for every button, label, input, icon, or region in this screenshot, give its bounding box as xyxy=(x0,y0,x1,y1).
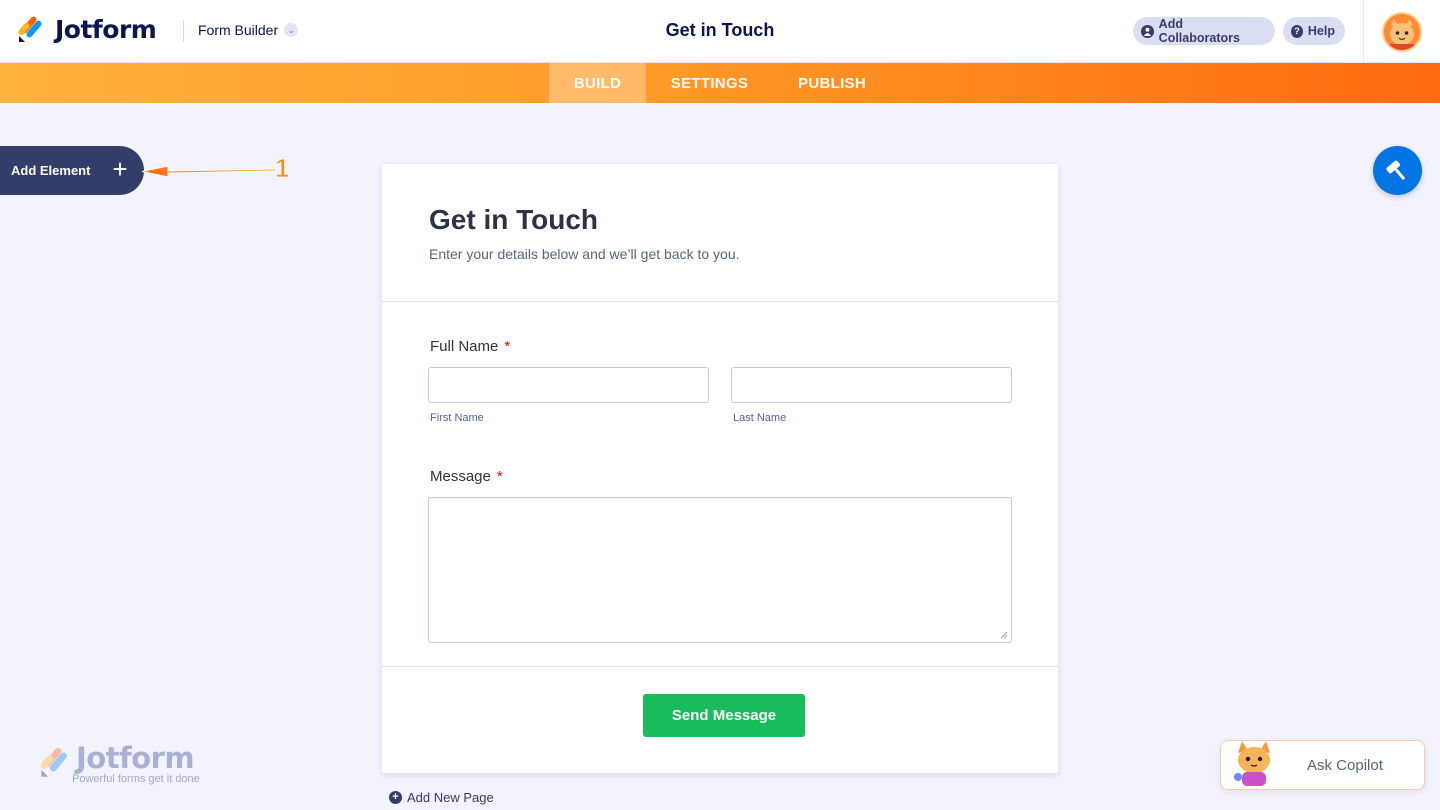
annotation-number: 1 xyxy=(275,156,289,183)
resize-handle-icon[interactable] xyxy=(1000,631,1008,639)
help-label: Help xyxy=(1307,24,1335,38)
plus-circle-icon: + xyxy=(389,791,402,804)
add-new-page-label: Add New Page xyxy=(407,790,494,805)
cat-avatar-icon xyxy=(1384,14,1420,50)
add-new-page-button[interactable]: + Add New Page xyxy=(389,790,494,805)
header-divider xyxy=(183,20,184,42)
brand-name: Jotform xyxy=(55,14,157,44)
form-designer-button[interactable] xyxy=(1373,146,1422,195)
user-icon xyxy=(1141,24,1154,38)
first-name-input[interactable] xyxy=(428,367,709,403)
tab-publish[interactable]: PUBLISH xyxy=(785,63,879,103)
ask-copilot-button[interactable]: Ask Copilot xyxy=(1220,740,1425,790)
paint-roller-icon xyxy=(1386,160,1405,180)
send-message-button[interactable]: Send Message xyxy=(643,694,805,737)
message-label-text: Message xyxy=(430,468,491,485)
last-name-sublabel: Last Name xyxy=(733,412,787,424)
divider xyxy=(382,666,1058,667)
tab-settings[interactable]: SETTINGS xyxy=(656,63,763,103)
add-collaborators-label: Add Collaborators xyxy=(1158,17,1240,45)
watermark-brand: Jotform xyxy=(76,741,195,775)
add-collaborators-button[interactable]: Add Collaborators xyxy=(1133,17,1275,45)
form-heading[interactable]: Get in Touch xyxy=(429,204,598,236)
top-header: Jotform Form Builder ⌄ Get in Touch Add … xyxy=(0,0,1440,63)
jotform-logo[interactable]: Jotform xyxy=(17,14,157,44)
form-subheading[interactable]: Enter your details below and we’ll get b… xyxy=(429,246,740,262)
form-builder-label: Form Builder xyxy=(198,22,279,38)
ask-copilot-label: Ask Copilot xyxy=(1307,757,1383,774)
message-textarea[interactable] xyxy=(428,497,1012,643)
add-element-label: Add Element xyxy=(11,163,91,178)
jotform-watermark: Jotform Powerful forms get it done xyxy=(38,741,200,785)
help-button[interactable]: ? Help xyxy=(1283,17,1345,45)
add-element-button[interactable]: Add Element + xyxy=(0,146,144,195)
question-icon: ? xyxy=(1291,24,1303,38)
required-mark: * xyxy=(496,468,503,485)
plus-icon: + xyxy=(112,154,128,184)
jotform-logo-icon xyxy=(17,14,45,44)
message-label[interactable]: Message * xyxy=(430,468,503,485)
jotform-logo-icon xyxy=(40,747,67,777)
tab-build[interactable]: BUILD xyxy=(549,63,646,103)
watermark-tagline: Powerful forms get it done xyxy=(72,773,200,785)
chevron-down-icon: ⌄ xyxy=(284,23,299,37)
required-mark: * xyxy=(504,338,511,355)
full-name-label-text: Full Name xyxy=(430,338,499,355)
first-name-sublabel: First Name xyxy=(430,412,484,424)
copilot-cat-icon xyxy=(1234,741,1270,786)
form-builder-menu[interactable]: Form Builder ⌄ xyxy=(198,22,299,38)
header-separator xyxy=(1363,0,1364,63)
builder-nav: BUILD SETTINGS PUBLISH xyxy=(0,63,1440,103)
avatar[interactable] xyxy=(1382,12,1422,52)
form-card: Get in Touch Enter your details below an… xyxy=(382,164,1058,773)
annotation-arrow: 1 xyxy=(141,156,290,183)
last-name-input[interactable] xyxy=(731,367,1012,403)
full-name-label[interactable]: Full Name * xyxy=(430,338,510,355)
divider xyxy=(382,301,1058,302)
